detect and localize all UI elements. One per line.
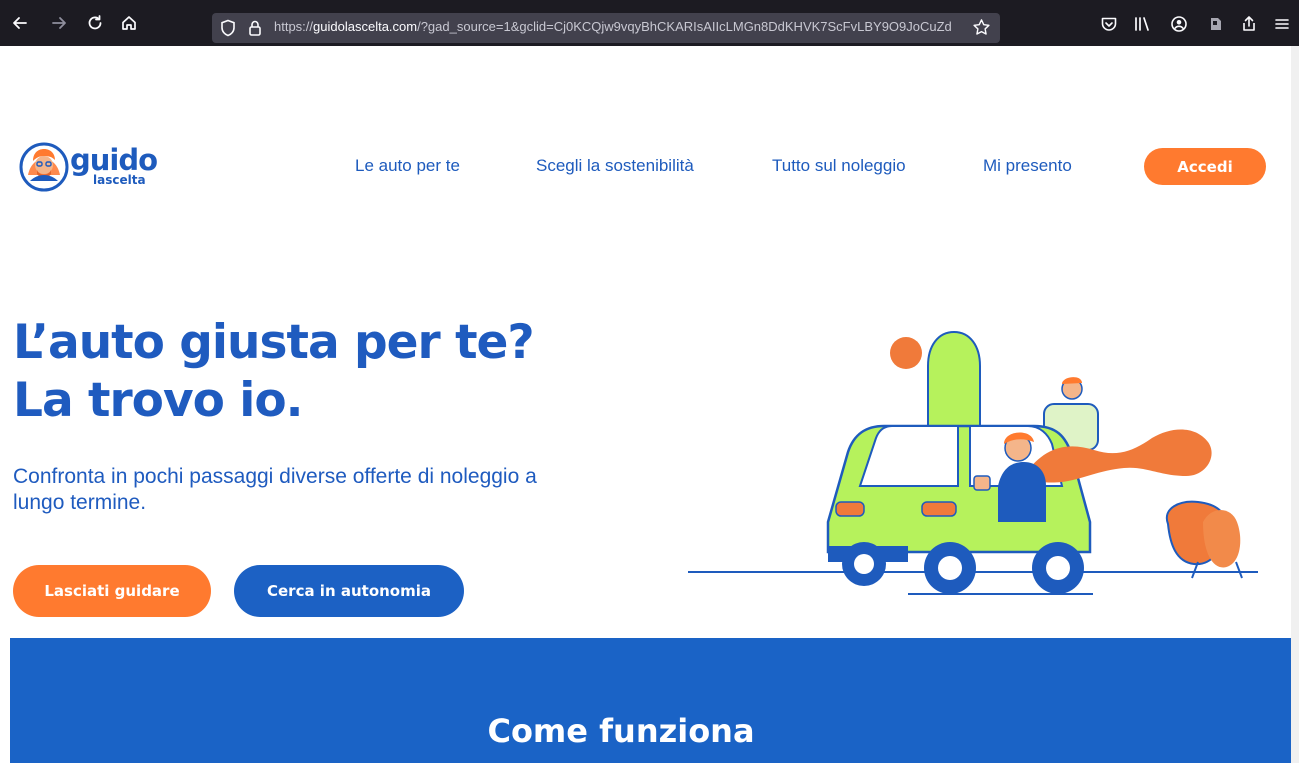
cerca-autonomia-button[interactable]: Cerca in autonomia (234, 565, 464, 617)
nav-item-sostenibilita[interactable]: Scegli la sostenibilità (536, 156, 694, 176)
hero-title-line-2: La trovo io. (13, 373, 304, 428)
library-icon[interactable] (1131, 14, 1153, 34)
page-scrollbar[interactable] (1291, 46, 1299, 763)
section-title: Come funziona (487, 712, 755, 750)
nav-item-noleggio[interactable]: Tutto sul noleggio (772, 156, 906, 176)
pocket-icon[interactable] (1098, 14, 1120, 34)
home-icon[interactable] (117, 11, 141, 35)
browser-toolbar: https://guidolascelta.com/?gad_source=1&… (0, 0, 1299, 46)
hero-title-line-1: L’auto giusta per te? (13, 315, 535, 370)
star-icon[interactable] (972, 18, 991, 41)
account-icon[interactable] (1168, 14, 1190, 34)
site-logo[interactable]: guido lascelta (18, 141, 178, 193)
address-bar[interactable]: https://guidolascelta.com/?gad_source=1&… (212, 13, 1000, 43)
lock-icon[interactable] (248, 19, 262, 41)
shield-icon[interactable] (220, 19, 236, 41)
hero-title: L’auto giusta per te? La trovo io. (13, 314, 573, 430)
menu-icon[interactable] (1271, 14, 1293, 34)
url-prefix: https:// (274, 19, 314, 34)
reload-icon[interactable] (83, 11, 107, 35)
hero-car-illustration (688, 330, 1258, 595)
logo-wordmark: guido (70, 143, 158, 177)
guido-avatar-icon (19, 142, 69, 192)
come-funziona-section: Come funziona (10, 638, 1291, 763)
logo-subtitle: lascelta (93, 173, 146, 187)
url-path: /?gad_source=1&gclid=Cj0KCQjw9vqyBhCKARI… (417, 19, 952, 34)
lasciati-guidare-button[interactable]: Lasciati guidare (13, 565, 211, 617)
nav-item-auto[interactable]: Le auto per te (355, 156, 460, 176)
share-icon[interactable] (1238, 14, 1260, 34)
nav-item-mi-presento[interactable]: Mi presento (983, 156, 1072, 176)
extension-icon[interactable] (1205, 14, 1227, 34)
url-text[interactable]: https://guidolascelta.com/?gad_source=1&… (274, 19, 964, 34)
back-arrow-icon[interactable] (8, 11, 32, 35)
url-host: guidolascelta.com (313, 19, 418, 34)
hero-subtitle: Confronta in pochi passaggi diverse offe… (13, 465, 537, 514)
login-button[interactable]: Accedi (1144, 148, 1266, 185)
forward-arrow-icon[interactable] (47, 11, 71, 35)
web-page: guido lascelta Le auto per te Scegli la … (10, 46, 1299, 763)
